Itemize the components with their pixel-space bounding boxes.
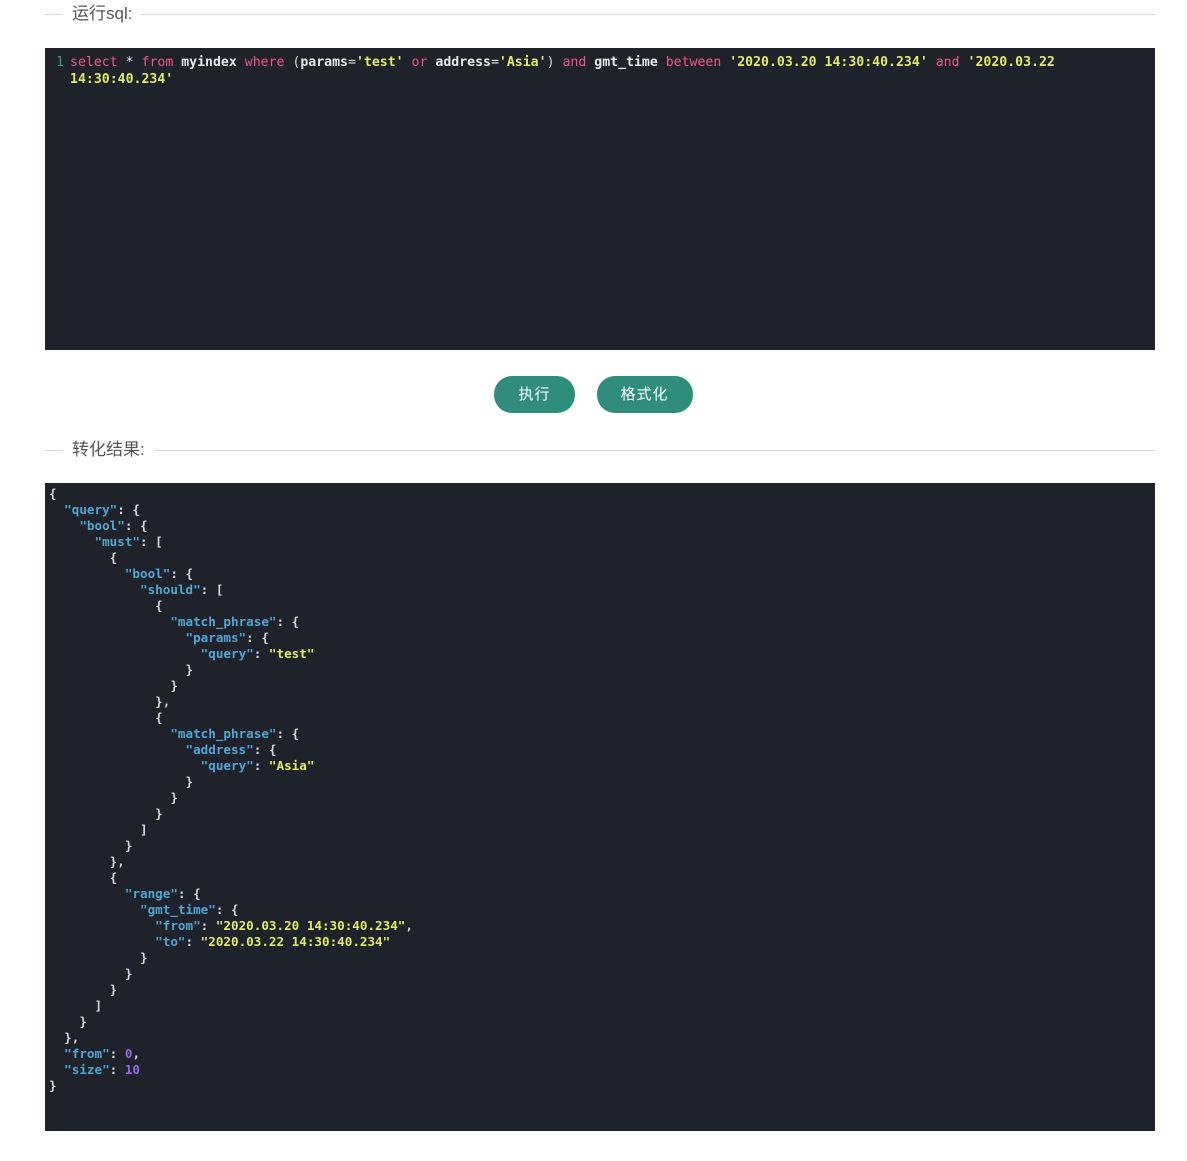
sql-editor[interactable]: 1 select * from myindex where (params='t… xyxy=(45,48,1155,350)
action-button-row: 执行 格式化 xyxy=(0,376,1187,413)
sql-editor-line: 1 select * from myindex where (params='t… xyxy=(45,48,1155,88)
result-section-legend: 转化结果: xyxy=(63,440,154,460)
sql-code-text[interactable]: select * from myindex where (params='tes… xyxy=(70,54,1155,88)
format-button[interactable]: 格式化 xyxy=(596,376,693,413)
page-root: 运行sql: 1 select * from myindex where (pa… xyxy=(0,0,1187,1161)
json-result-panel[interactable]: { "query": { "bool": { "must": [ { "bool… xyxy=(45,483,1155,1131)
json-result-text: { "query": { "bool": { "must": [ { "bool… xyxy=(49,486,413,1093)
sql-section-legend: 运行sql: xyxy=(63,4,142,24)
execute-button[interactable]: 执行 xyxy=(494,376,575,413)
result-fieldset-border xyxy=(45,450,1155,451)
line-number-gutter: 1 xyxy=(56,55,64,70)
sql-fieldset-border xyxy=(45,14,1155,15)
